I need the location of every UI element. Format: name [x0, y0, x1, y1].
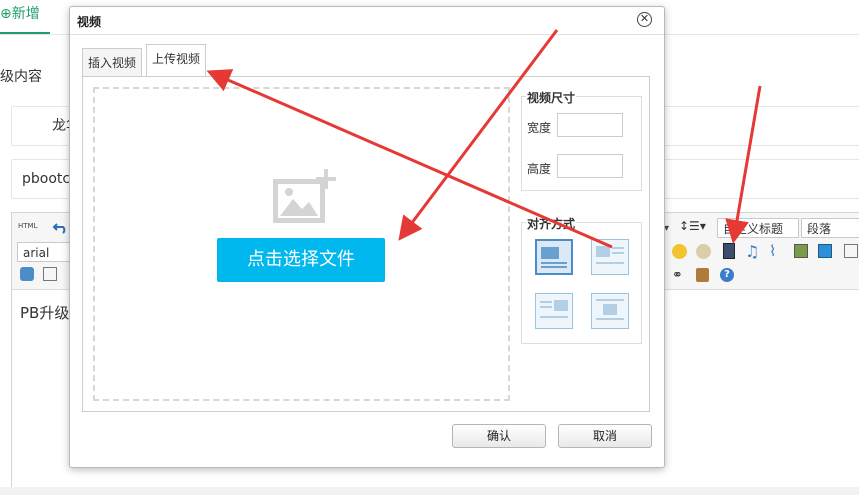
annotation-arrows: [206, 29, 762, 249]
arrow-to-video-icon: [725, 85, 762, 244]
arrow-to-upload-button: [398, 29, 559, 241]
